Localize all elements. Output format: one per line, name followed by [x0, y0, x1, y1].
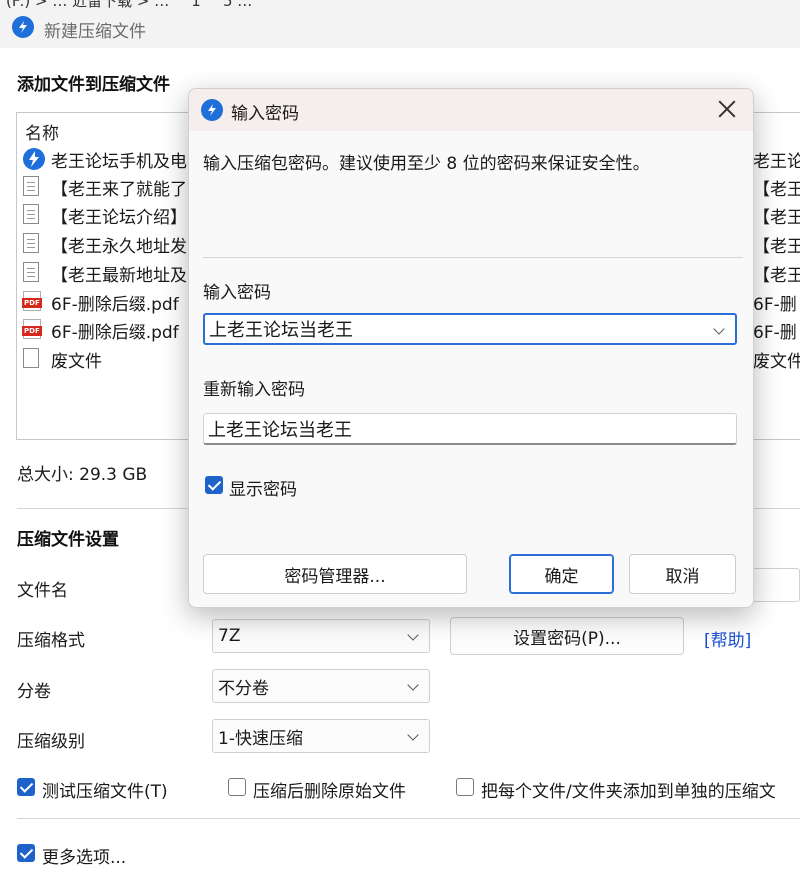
password-manager-button[interactable]: 密码管理器... [203, 554, 467, 594]
volume-value: 不分卷 [218, 678, 269, 699]
chevron-down-icon [407, 729, 419, 741]
test-archive-checkbox[interactable] [17, 778, 35, 796]
format-select[interactable]: 7Z [212, 619, 430, 653]
list-item[interactable]: 【老王最新地址及 [23, 259, 187, 287]
file-name: 6F-删除后缀.pdf [51, 294, 179, 315]
more-options-label[interactable]: 更多选项... [42, 843, 126, 868]
list-item-right[interactable]: 老王论 [753, 145, 800, 173]
chevron-down-icon [407, 679, 419, 691]
confirm-password-value: 上老王论坛当老王 [208, 419, 352, 441]
dialog-title: 输入密码 [231, 104, 299, 124]
bandizip-app-icon [201, 99, 223, 121]
list-item[interactable]: PDF 6F-删除后缀.pdf [22, 316, 179, 344]
list-item-right[interactable]: 6F-删 [753, 316, 797, 344]
confirm-password-input[interactable]: 上老王论坛当老王 [203, 413, 737, 445]
file-name: 【老王论坛介绍】 [51, 207, 187, 228]
password-value: 上老王论坛当老王 [209, 320, 353, 341]
list-item[interactable]: 废文件 [23, 345, 102, 373]
window-titlebar: 新建压缩文件 [0, 8, 800, 48]
format-value: 7Z [218, 626, 241, 646]
separate-archives-checkbox[interactable] [456, 778, 474, 796]
delete-originals-label[interactable]: 压缩后删除原始文件 [253, 777, 406, 802]
column-header-name[interactable]: 名称 [25, 119, 59, 144]
total-size: 总大小: 29.3 GB [17, 465, 148, 485]
bandizip-app-icon [12, 16, 34, 38]
dialog-divider [203, 257, 743, 258]
window-title: 新建压缩文件 [44, 22, 146, 42]
volume-select[interactable]: 不分卷 [212, 669, 430, 703]
format-label: 压缩格式 [17, 631, 85, 651]
list-item-right[interactable]: 【老王 [753, 259, 800, 287]
volume-label: 分卷 [17, 682, 51, 702]
pdf-icon: PDF [22, 319, 42, 339]
list-item[interactable]: 【老王来了就能了 [23, 173, 187, 201]
file-name: 废文件 [51, 351, 102, 372]
address-text: (F:) > … 近留下载 > … ^ 1 ^ 5 … [6, 0, 252, 8]
chevron-down-icon[interactable] [713, 323, 725, 335]
list-item[interactable]: 老王论坛手机及电 [23, 145, 187, 173]
file-name: 6F-删除后缀.pdf [51, 322, 179, 343]
close-icon[interactable] [715, 97, 739, 121]
show-password-checkbox[interactable] [205, 476, 223, 494]
document-icon [23, 176, 39, 196]
test-archive-label[interactable]: 测试压缩文件(T) [42, 777, 168, 802]
divider [17, 818, 800, 819]
file-name: 【老王来了就能了 [51, 179, 187, 200]
files-section-title: 添加文件到压缩文件 [17, 75, 170, 95]
document-icon [23, 233, 39, 253]
help-link[interactable]: [帮助] [704, 626, 751, 651]
delete-originals-checkbox[interactable] [228, 778, 246, 796]
filename-label: 文件名 [17, 581, 68, 601]
file-name: 【老王最新地址及 [51, 265, 187, 286]
settings-section-title: 压缩文件设置 [17, 530, 119, 550]
separate-archives-label[interactable]: 把每个文件/文件夹添加到单独的压缩文 [481, 777, 800, 802]
list-item-right[interactable]: 【老王 [753, 201, 800, 229]
list-item-right[interactable]: 6F-删 [753, 288, 797, 316]
dialog-description: 输入压缩包密码。建议使用至少 8 位的密码来保证安全性。 [203, 154, 650, 174]
level-select[interactable]: 1-快速压缩 [212, 719, 430, 753]
list-item[interactable]: 【老王论坛介绍】 [23, 201, 187, 229]
set-password-button[interactable]: 设置密码(P)... [450, 617, 684, 655]
list-item-right[interactable]: 废文件 [753, 345, 800, 373]
pdf-icon: PDF [22, 291, 42, 311]
level-label: 压缩级别 [17, 732, 85, 752]
confirm-password-label: 重新输入密码 [203, 380, 305, 400]
more-options-checkbox[interactable] [17, 844, 35, 862]
document-icon [23, 204, 39, 224]
address-strip: (F:) > … 近留下载 > … ^ 1 ^ 5 … [0, 0, 800, 8]
list-item-right[interactable]: 【老王 [753, 173, 800, 201]
chevron-down-icon [407, 629, 419, 641]
password-input[interactable]: 上老王论坛当老王 [203, 313, 737, 345]
ok-button[interactable]: 确定 [509, 554, 614, 594]
password-label: 输入密码 [203, 283, 271, 303]
blank-file-icon [23, 348, 39, 368]
file-name: 老王论坛手机及电 [51, 151, 187, 172]
cancel-button[interactable]: 取消 [629, 554, 736, 594]
dialog-titlebar: 输入密码 [189, 89, 753, 131]
password-dialog: 输入密码 输入压缩包密码。建议使用至少 8 位的密码来保证安全性。 输入密码 上… [188, 88, 754, 608]
level-value: 1-快速压缩 [218, 728, 303, 749]
zip-archive-icon [23, 148, 45, 170]
list-item-right[interactable]: 【老王 [753, 230, 800, 258]
list-item[interactable]: 【老王永久地址发 [23, 230, 187, 258]
document-icon [23, 262, 39, 282]
show-password-label[interactable]: 显示密码 [229, 475, 297, 500]
list-item[interactable]: PDF 6F-删除后缀.pdf [22, 288, 179, 316]
file-name: 【老王永久地址发 [51, 236, 187, 257]
